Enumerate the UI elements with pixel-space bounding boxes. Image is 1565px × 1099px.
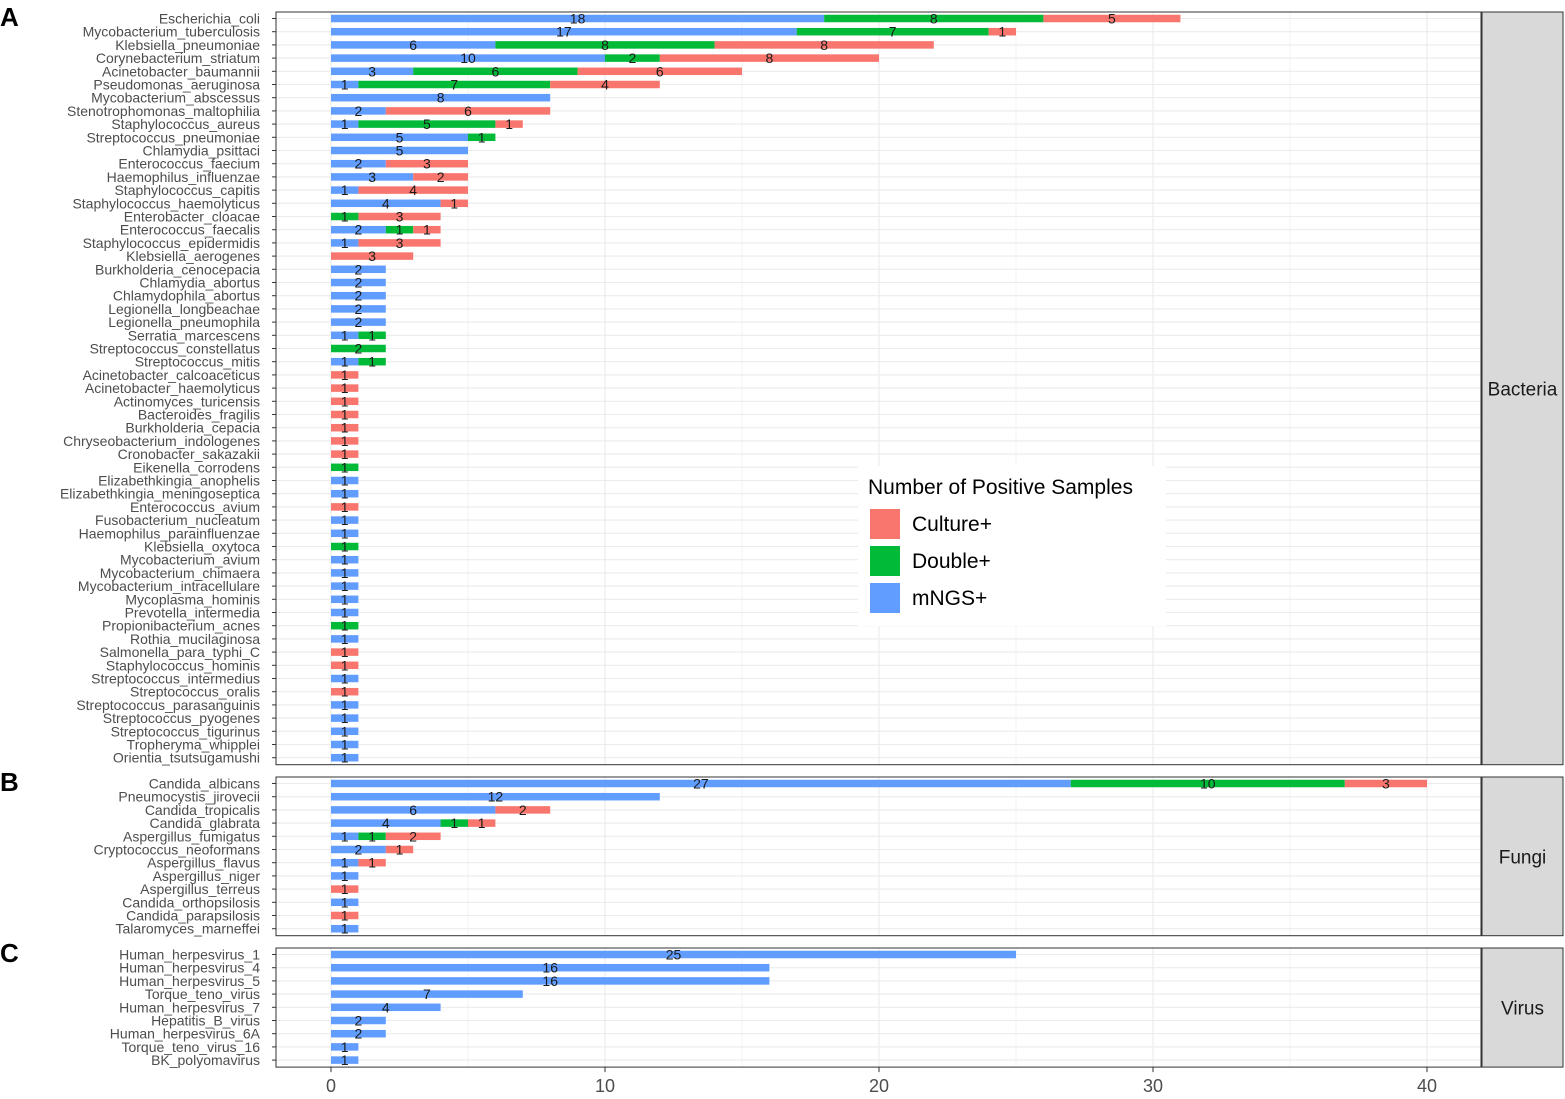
legend-label-double: Double+ <box>912 550 991 573</box>
data-label-mngs: 2 <box>355 1026 363 1042</box>
data-label-culture: 4 <box>601 77 609 93</box>
data-label-culture: 1 <box>368 855 376 871</box>
x-tick-label: 30 <box>1143 1076 1163 1096</box>
data-label-double: 1 <box>478 129 486 145</box>
panel-letter: C <box>0 938 19 968</box>
data-label-culture: 2 <box>519 802 527 818</box>
data-label-culture: 3 <box>396 235 404 251</box>
legend-label-mngs: mNGS+ <box>912 587 987 610</box>
data-label-mngs: 2 <box>355 314 363 330</box>
data-label-mngs: 16 <box>542 973 558 989</box>
data-label-mngs: 1 <box>341 750 349 766</box>
data-label-mngs: 8 <box>437 90 445 106</box>
facet-strip-label: Fungi <box>1499 847 1547 868</box>
legend-key-culture <box>870 509 900 539</box>
data-label-culture: 1 <box>998 24 1006 40</box>
panel-bacteria: 18 8 5Escherichia_coli17 7 1Mycobacterium_tu… <box>0 2 1564 766</box>
data-label-mngs: 1 <box>341 77 349 93</box>
data-label-mngs: 4 <box>382 999 390 1015</box>
data-label-culture: 1 <box>505 116 513 132</box>
data-label-mngs: 18 <box>570 11 586 27</box>
data-label-double: 1 <box>368 354 376 370</box>
data-label-double: 5 <box>423 116 431 132</box>
data-label-mngs: 25 <box>666 947 682 963</box>
panel-letter: A <box>0 2 19 32</box>
data-label-culture: 2 <box>409 828 417 844</box>
x-tick-label: 40 <box>1417 1076 1437 1096</box>
x-tick-label: 0 <box>326 1076 336 1096</box>
data-label-double: 1 <box>450 815 458 831</box>
data-label-culture: 8 <box>766 50 774 66</box>
facet-strip-label: Bacteria <box>1488 379 1558 400</box>
row-label: Talaromyces_marneffei <box>116 921 260 937</box>
data-label-double: 7 <box>889 24 897 40</box>
data-label-mngs: 6 <box>409 37 417 53</box>
data-label-mngs: 4 <box>382 195 390 211</box>
data-label-mngs: 1 <box>341 327 349 343</box>
data-label-mngs: 1 <box>341 116 349 132</box>
data-label-mngs: 5 <box>396 143 404 159</box>
data-label-mngs: 4 <box>382 815 390 831</box>
data-label-double: 1 <box>368 828 376 844</box>
panel-letter: B <box>0 767 19 797</box>
data-label-culture: 1 <box>396 842 404 858</box>
data-label-culture: 3 <box>368 248 376 264</box>
legend-label-culture: Culture+ <box>912 513 992 536</box>
data-label-culture: 2 <box>437 169 445 185</box>
data-label-mngs: 2 <box>355 156 363 172</box>
chart-panels: 18 8 5Escherichia_coli17 7 1Mycobacterium_tu… <box>0 2 1564 1068</box>
data-label-mngs: 1 <box>341 828 349 844</box>
data-label-mngs: 2 <box>355 842 363 858</box>
data-label-culture: 5 <box>1108 11 1116 27</box>
data-label-mngs: 6 <box>409 802 417 818</box>
x-tick-label: 10 <box>595 1076 615 1096</box>
row-label: BK_polyomavirus <box>151 1052 260 1068</box>
data-label-mngs: 3 <box>368 63 376 79</box>
data-label-double: 6 <box>492 63 500 79</box>
data-label-culture: 6 <box>656 63 664 79</box>
x-tick-label: 20 <box>869 1076 889 1096</box>
data-label-culture: 8 <box>820 37 828 53</box>
data-label-culture: 6 <box>464 103 472 119</box>
row-label: Orientia_tsutsugamushi <box>113 750 260 766</box>
data-label-double: 2 <box>629 50 637 66</box>
data-label-mngs: 3 <box>368 169 376 185</box>
data-label-double: 8 <box>930 11 938 27</box>
data-label-mngs: 2 <box>355 103 363 119</box>
data-label-mngs: 12 <box>488 789 504 805</box>
x-axis: 0 10 20 30 40 <box>326 1067 1437 1096</box>
data-label-culture: 3 <box>1382 776 1390 792</box>
data-label-double: 7 <box>450 77 458 93</box>
data-label-culture: 4 <box>409 182 417 198</box>
data-label-mngs: 1 <box>341 921 349 937</box>
data-label-mngs: 1 <box>341 182 349 198</box>
stacked-bar-chart: 18 8 5Escherichia_coli17 7 1Mycobacterium_tu… <box>0 2 1564 1096</box>
data-label-double: 10 <box>1200 776 1216 792</box>
data-label-double: 8 <box>601 37 609 53</box>
data-label-mngs: 10 <box>460 50 476 66</box>
data-label-double: 1 <box>368 327 376 343</box>
data-label-mngs: 27 <box>693 776 709 792</box>
legend: Number of Positive Samples Culture+ Double… <box>858 466 1166 626</box>
legend-title: Number of Positive Samples <box>868 476 1133 499</box>
data-label-double: 2 <box>355 341 363 357</box>
data-label-culture: 1 <box>450 195 458 211</box>
data-label-mngs: 17 <box>556 24 572 40</box>
data-label-culture: 1 <box>478 815 486 831</box>
data-label-culture: 1 <box>423 222 431 238</box>
data-label-mngs: 7 <box>423 986 431 1002</box>
legend-key-mngs <box>870 583 900 613</box>
data-label-mngs: 2 <box>355 222 363 238</box>
data-label-double: 1 <box>341 209 349 225</box>
panel-fungi: 27 10 3Candida_albicans12Pneumocystis_jiro… <box>0 767 1564 937</box>
data-label-mngs: 1 <box>341 1052 349 1068</box>
data-label-mngs: 1 <box>341 235 349 251</box>
data-label-culture: 3 <box>423 156 431 172</box>
panel-virus: 25Human_herpesvirus_116Human_herpesvirus… <box>0 938 1564 1068</box>
facet-strip-label: Virus <box>1501 999 1544 1020</box>
legend-key-double <box>870 546 900 576</box>
